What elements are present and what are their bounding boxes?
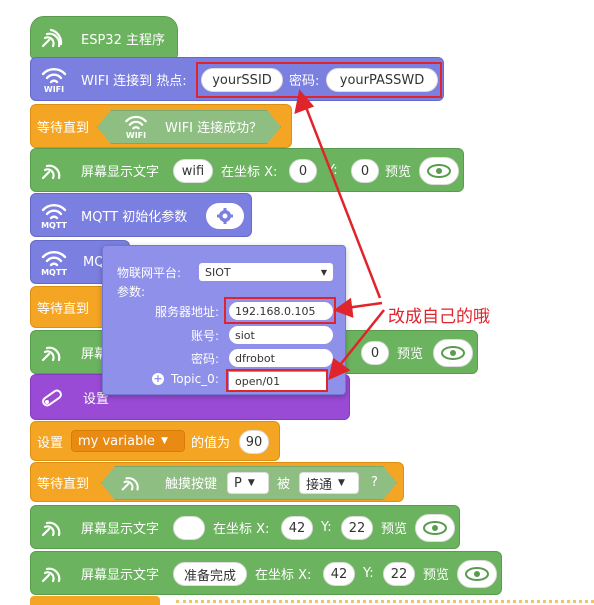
annotation-text: 改成自己的哦 [388,307,490,327]
annotation-arrows [294,89,385,381]
